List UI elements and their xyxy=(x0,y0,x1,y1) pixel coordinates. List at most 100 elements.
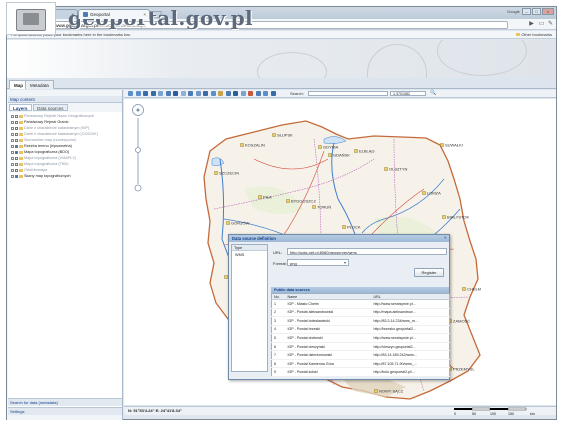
layer-item[interactable]: Mapa topograficzna (VMAPL2) xyxy=(11,156,76,161)
layer-checkbox[interactable] xyxy=(15,126,18,130)
layer-item[interactable]: Państwowy Rejestr Nazw Geograficznych xyxy=(11,114,94,119)
browser-tab-2[interactable]: Geoportal × xyxy=(78,9,150,19)
wrench-icon[interactable]: ✎ xyxy=(547,21,554,28)
dialog-title: Data source definition xyxy=(229,235,449,242)
layer-checkbox[interactable] xyxy=(15,150,18,154)
layer-checkbox[interactable] xyxy=(15,138,18,142)
header-decoration xyxy=(257,52,327,78)
layer-checkbox[interactable] xyxy=(15,168,18,172)
public-sources-table: No. Name URL 1 IGP - Miasto Chełm http://www… xyxy=(271,293,450,377)
layer-item[interactable]: Dane z charakterze katastralnym (CODGiK) xyxy=(11,132,98,137)
site-logo[interactable] xyxy=(6,2,56,35)
city-marker xyxy=(226,221,230,225)
map-tool-icon[interactable] xyxy=(180,91,186,96)
table-row[interactable]: 6 IGP - Powiat cieszyński http://cieszyn.g… xyxy=(271,342,450,352)
tab-metadata[interactable]: Metadata xyxy=(25,80,54,89)
layer-checkbox[interactable] xyxy=(15,162,18,166)
layer-checkbox[interactable] xyxy=(15,132,18,136)
layer-item[interactable]: Dane z charakterze katastralnym (KIP) xyxy=(11,126,89,131)
layer-item[interactable]: Rzeźba terenu (hipsometria) xyxy=(11,144,72,149)
city-label: NOWY SĄCZ xyxy=(379,389,404,394)
table-row[interactable]: 1 IGP - Miasto Chełm http://www.serwisymie… xyxy=(271,299,450,309)
zoom-search-icon[interactable]: 🔍 xyxy=(430,90,436,96)
map-tool-icon[interactable] xyxy=(135,91,141,96)
layer-item[interactable]: Ortofotomapa xyxy=(11,168,47,173)
expand-icon[interactable] xyxy=(11,156,14,160)
expand-icon[interactable] xyxy=(11,162,14,166)
layer-item[interactable]: Państwowy Rejestr Granic xyxy=(11,120,69,125)
map-tool-icon[interactable] xyxy=(188,91,193,96)
layer-item[interactable]: Mapa topograficzna (BDO) xyxy=(11,150,69,155)
expand-icon[interactable] xyxy=(11,114,14,118)
expand-icon[interactable] xyxy=(11,126,14,130)
table-row[interactable]: 9 IGP - Powiat kolski http://kolo.geoporta… xyxy=(271,367,450,377)
expand-icon[interactable] xyxy=(11,120,14,124)
city-marker xyxy=(384,167,388,171)
layer-item[interactable]: Skany map topograficznych xyxy=(11,174,71,179)
format-select[interactable]: png xyxy=(287,259,349,266)
expand-icon[interactable] xyxy=(11,150,14,154)
expand-icon[interactable] xyxy=(11,174,14,178)
table-row[interactable]: 5 IGP - Powiat chełmski http://www.serwisy… xyxy=(271,333,450,343)
chevron-down-icon[interactable]: ▾ xyxy=(344,260,346,265)
search-input[interactable] xyxy=(308,91,388,96)
layer-item[interactable]: Mapa topograficzna (TBD) xyxy=(11,162,69,167)
city-marker xyxy=(440,143,444,147)
map-tool-icon[interactable] xyxy=(255,91,261,96)
table-row[interactable]: 7 IGP - Powiat dzierżoniowski http://83.14… xyxy=(271,350,450,360)
map-tool-icon[interactable] xyxy=(263,91,268,96)
layer-checkbox[interactable] xyxy=(15,156,18,160)
table-cell: 5 xyxy=(271,333,286,343)
register-button[interactable]: Register xyxy=(414,268,444,277)
map-tool-icon[interactable] xyxy=(270,91,276,96)
pan-zoom-control[interactable] xyxy=(131,104,145,194)
map-tool-icon[interactable] xyxy=(128,91,133,96)
table-row[interactable]: 2 IGP - Powiat aleksandrowski http://mapa.… xyxy=(271,308,450,318)
dialog-close-icon[interactable]: × xyxy=(444,235,447,240)
tab-layers[interactable]: Layers xyxy=(9,104,32,111)
layer-item[interactable]: Skorowidze map (numeryczne) xyxy=(11,138,76,143)
table-cell: 8 xyxy=(271,359,286,369)
search-metadata-panel[interactable]: Search for data (metadata) xyxy=(8,398,122,406)
map-tool-icon[interactable] xyxy=(173,91,178,96)
expand-icon[interactable] xyxy=(11,168,14,172)
url-input[interactable]: http://ugis-net.pl:8080/geoserver/wms xyxy=(287,248,447,255)
table-row[interactable]: 8 IGP - Powiat Kamienna Góra http://87.105… xyxy=(271,359,450,369)
layer-checkbox[interactable] xyxy=(15,114,18,118)
layer-checkbox[interactable] xyxy=(15,174,18,178)
window-close-icon[interactable]: × xyxy=(542,8,554,15)
map-tool-icon[interactable] xyxy=(143,91,148,96)
other-bookmarks[interactable]: Other bookmarks xyxy=(516,32,552,37)
maximize-icon[interactable]: □ xyxy=(532,8,541,15)
type-item-wms[interactable]: WMS xyxy=(232,253,244,257)
map-tool-icon[interactable] xyxy=(158,91,163,96)
scale-select[interactable]: 1:3701082 xyxy=(390,91,426,96)
map-tool-icon[interactable] xyxy=(150,91,156,96)
map-tool-icon[interactable] xyxy=(218,91,223,96)
table-row[interactable]: 4 IGP - Powiat brzeski http://brzesko.geop… xyxy=(271,325,450,335)
expand-icon[interactable] xyxy=(11,144,14,148)
type-column-header[interactable]: Type xyxy=(232,245,267,251)
settings-panel[interactable]: Settings xyxy=(8,407,122,415)
map-tool-icon[interactable] xyxy=(240,91,246,96)
expand-icon[interactable] xyxy=(11,132,14,136)
map-tool-icon[interactable] xyxy=(225,91,231,96)
document-menu-icon[interactable]: ▭ xyxy=(538,21,545,28)
map-tool-icon[interactable] xyxy=(195,91,201,96)
layer-checkbox[interactable] xyxy=(15,120,18,124)
layer-checkbox[interactable] xyxy=(15,144,18,148)
tab-data-sources[interactable]: Data sources xyxy=(33,104,68,111)
minimize-icon[interactable]: – xyxy=(522,8,531,15)
map-tool-icon[interactable] xyxy=(165,91,171,96)
map-tool-icon[interactable] xyxy=(248,91,253,96)
expand-icon[interactable] xyxy=(11,138,14,142)
close-tab-icon[interactable]: × xyxy=(143,12,146,17)
page-menu-icon[interactable]: ▶ xyxy=(528,21,535,28)
map-tool-icon[interactable] xyxy=(210,91,216,96)
map-tool-icon[interactable] xyxy=(233,91,238,96)
map-tool-icon[interactable] xyxy=(203,91,208,96)
table-row[interactable]: 3 IGP - Powiat bolesławiecki http://83.3.1… xyxy=(271,316,450,326)
city-label: ŁOMŻA xyxy=(427,191,441,196)
table-cell: http://87.105.71.90/wms_... xyxy=(371,359,450,369)
scale-label: km xyxy=(530,412,535,416)
